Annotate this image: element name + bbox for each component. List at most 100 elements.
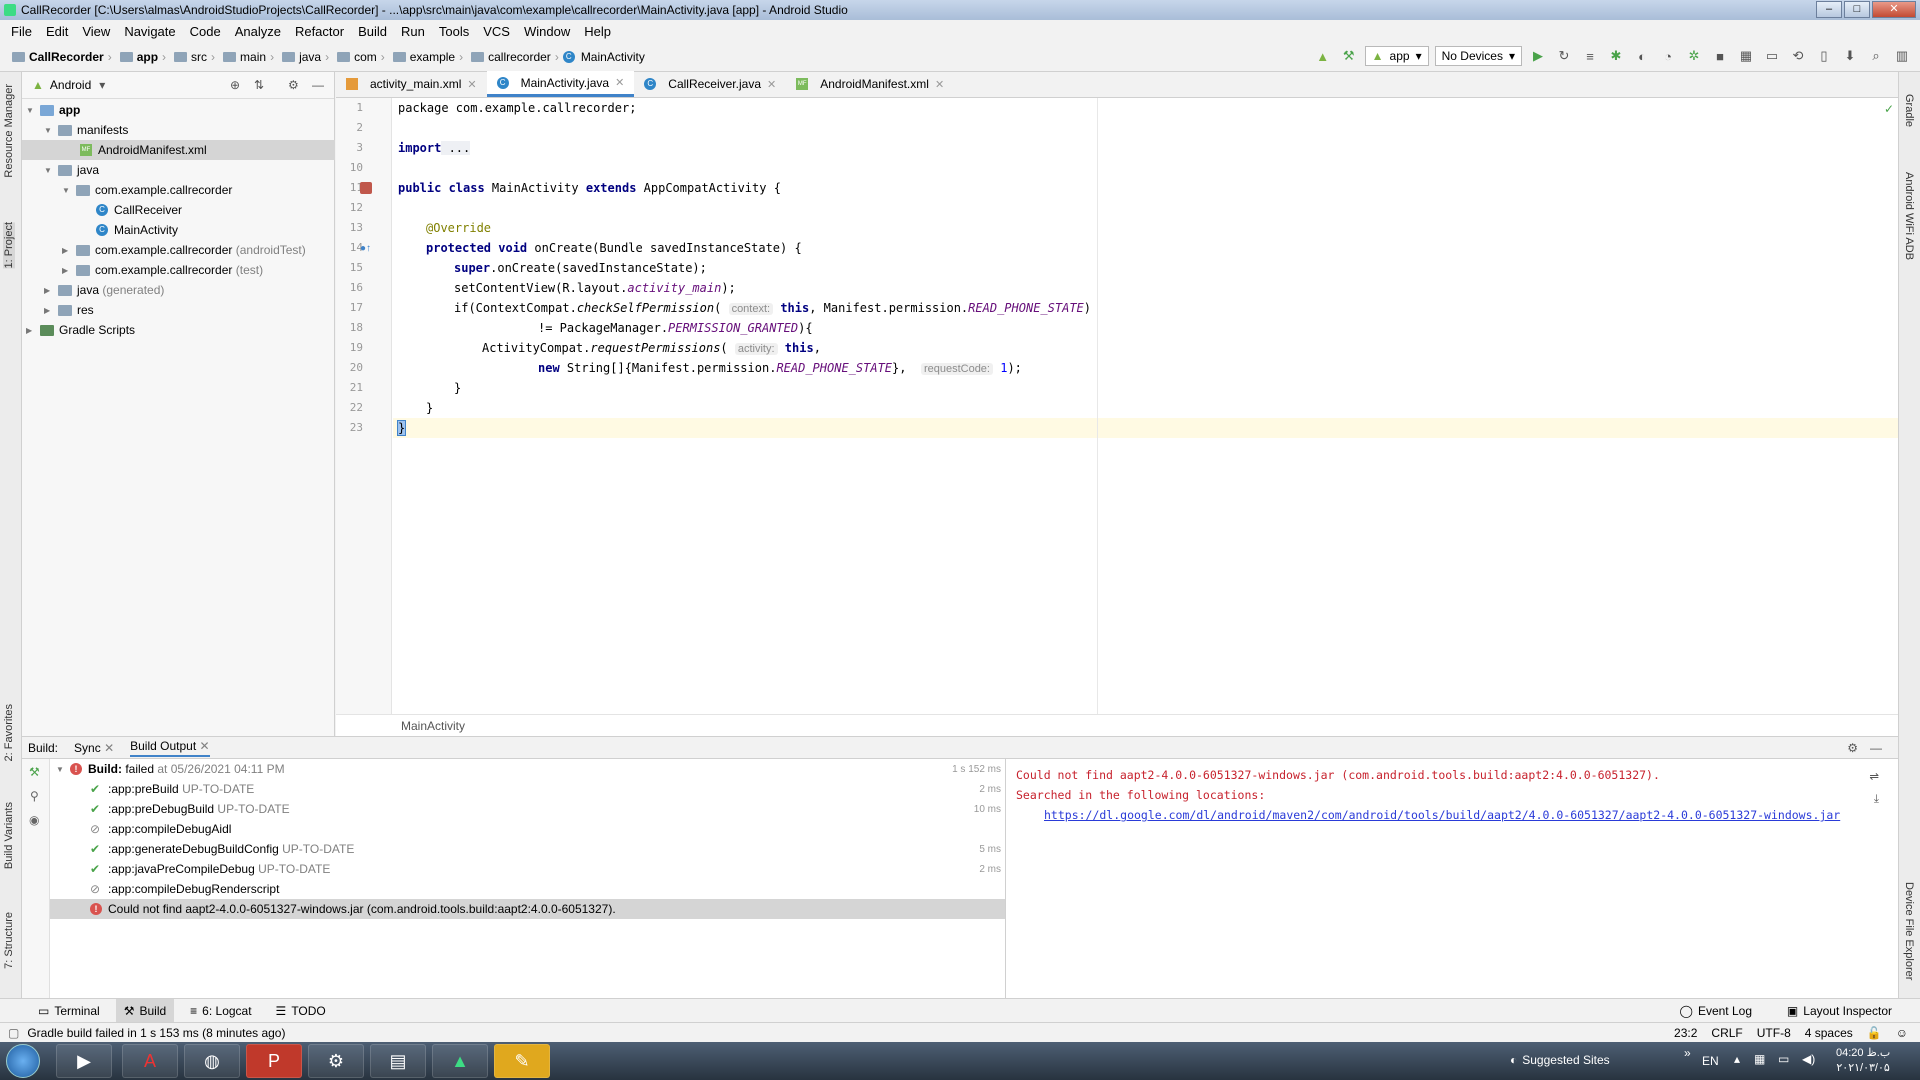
menu-window[interactable]: Window xyxy=(517,24,577,39)
suggested-sites[interactable]: ◐ Suggested Sites xyxy=(1510,1053,1610,1067)
menu-navigate[interactable]: Navigate xyxy=(117,24,182,39)
menu-run[interactable]: Run xyxy=(394,24,432,39)
hector-icon[interactable]: ☺ xyxy=(1896,1026,1908,1040)
collapse-all-icon[interactable]: ⇅ xyxy=(254,78,264,92)
build-log-link[interactable]: https://dl.google.com/dl/android/maven2/… xyxy=(1016,805,1875,825)
tree-item-gradle-scripts[interactable]: ▶ Gradle Scripts xyxy=(26,320,135,340)
menu-analyze[interactable]: Analyze xyxy=(228,24,288,39)
project-view-select[interactable]: Android xyxy=(50,78,91,92)
project-tab[interactable]: 1: Project xyxy=(3,222,15,269)
structure-tab[interactable]: 7: Structure xyxy=(3,912,15,969)
minimize-button[interactable]: – xyxy=(1816,1,1842,18)
tree-item-manifests[interactable]: ▼ manifests xyxy=(44,120,128,140)
wifi-adb-tab[interactable]: Android WiFi ADB xyxy=(1903,172,1915,260)
file-explorer-icon[interactable]: ▤ xyxy=(370,1044,426,1078)
build-task-row[interactable]: ✔:app:preBuild UP-TO-DATE 2 ms xyxy=(50,779,1005,799)
build-error-row[interactable]: ! Could not find aapt2-4.0.0-6051327-wind… xyxy=(50,899,1005,919)
close-icon[interactable]: ✕ xyxy=(615,76,624,89)
breadcrumb-item[interactable]: C MainActivity xyxy=(562,50,645,64)
menu-code[interactable]: Code xyxy=(183,24,228,39)
show-hidden-icons[interactable]: ▴ xyxy=(1734,1052,1740,1066)
gear-icon[interactable]: ⚙ xyxy=(1847,741,1858,755)
tab-activity-main-xml[interactable]: activity_main.xml ✕ xyxy=(336,71,487,97)
line-separator[interactable]: CRLF xyxy=(1711,1026,1742,1040)
device-manager-icon[interactable]: ▯ xyxy=(1814,46,1834,66)
menu-tools[interactable]: Tools xyxy=(432,24,476,39)
tree-item-callreceiver[interactable]: C CallReceiver xyxy=(96,200,182,220)
tab-build-output[interactable]: Build Output ✕ xyxy=(130,739,210,757)
close-icon[interactable]: ✕ xyxy=(467,78,476,91)
network-app-icon[interactable]: ⚙ xyxy=(308,1044,364,1078)
breadcrumb-item[interactable]: src › xyxy=(170,50,215,64)
start-button[interactable] xyxy=(6,1044,40,1078)
status-message[interactable]: Gradle build failed in 1 s 153 ms (8 min… xyxy=(27,1026,285,1040)
favorites-tab[interactable]: 2: Favorites xyxy=(3,704,15,761)
editor-breadcrumb-item[interactable]: MainActivity xyxy=(401,719,465,733)
tree-item-package-test[interactable]: ▶ com.example.callrecorder (test) xyxy=(62,260,263,280)
breadcrumb-item[interactable]: java › xyxy=(278,50,329,64)
breadcrumb-item[interactable]: callrecorder › xyxy=(467,50,559,64)
device-file-explorer-tab[interactable]: Device File Explorer xyxy=(1903,882,1915,980)
breadcrumb-item[interactable]: com › xyxy=(333,50,385,64)
file-encoding[interactable]: UTF-8 xyxy=(1757,1026,1791,1040)
device-select[interactable]: No Devices ▾ xyxy=(1434,46,1522,66)
android-studio-icon[interactable]: ▲ xyxy=(432,1044,488,1078)
paint-app-icon[interactable]: ✎ xyxy=(494,1044,550,1078)
breadcrumb-item[interactable]: main › xyxy=(219,50,274,64)
tab-terminal[interactable]: ▭ Terminal xyxy=(30,999,108,1023)
locate-icon[interactable]: ⊕ xyxy=(230,78,240,92)
debug-icon[interactable]: ✱ xyxy=(1606,46,1626,66)
layout-icon[interactable]: ▥ xyxy=(1892,46,1912,66)
attach-debugger-icon[interactable]: ✲ xyxy=(1684,46,1704,66)
build-root-row[interactable]: ▼! Build: failed at 05/26/2021 04:11 PM … xyxy=(50,759,1005,779)
build-task-row[interactable]: ⊘:app:compileDebugRenderscript xyxy=(50,879,1005,899)
powerpoint-icon[interactable]: P xyxy=(246,1044,302,1078)
chevron-down-icon[interactable]: ▾ xyxy=(99,78,105,92)
breadcrumb-item[interactable]: app › xyxy=(116,50,166,64)
project-structure-icon[interactable]: ▦ xyxy=(1736,46,1756,66)
close-icon[interactable]: ✕ xyxy=(935,78,944,91)
tab-todo[interactable]: ☰ TODO xyxy=(268,999,334,1023)
close-button[interactable]: ✕ xyxy=(1872,1,1916,18)
build-task-row[interactable]: ✔:app:generateDebugBuildConfig UP-TO-DAT… xyxy=(50,839,1005,859)
tab-callreceiver-java[interactable]: C CallReceiver.java ✕ xyxy=(634,71,786,97)
indent-setting[interactable]: 4 spaces xyxy=(1805,1026,1853,1040)
build-variants-tab[interactable]: Build Variants xyxy=(3,802,15,869)
language-indicator[interactable]: EN xyxy=(1702,1054,1719,1068)
coverage-icon[interactable]: ◐ xyxy=(1632,46,1652,66)
tree-item-java-generated[interactable]: ▶ java (generated) xyxy=(44,280,164,300)
breadcrumb-item[interactable]: CallRecorder › xyxy=(8,50,112,64)
network-icon[interactable]: ▦ xyxy=(1754,1052,1765,1066)
acrobat-icon[interactable]: A xyxy=(122,1044,178,1078)
hammer-icon[interactable]: ⚒ xyxy=(29,765,40,779)
menu-file[interactable]: File xyxy=(4,24,39,39)
run-icon[interactable]: ▶ xyxy=(1528,46,1548,66)
sync-gradle-icon[interactable]: ⟲ xyxy=(1788,46,1808,66)
menu-view[interactable]: View xyxy=(75,24,117,39)
maximize-button[interactable]: □ xyxy=(1844,1,1870,18)
tree-item-mainactivity[interactable]: C MainActivity xyxy=(96,220,178,240)
close-icon[interactable]: ✕ xyxy=(767,78,776,91)
expand-toolbar-icon[interactable]: » xyxy=(1684,1046,1691,1060)
sdk-manager-icon[interactable]: ⬇ xyxy=(1840,46,1860,66)
lock-icon[interactable]: 🔓 xyxy=(1867,1026,1882,1040)
tree-item-res[interactable]: ▶ res xyxy=(44,300,94,320)
tree-item-package-androidtest[interactable]: ▶ com.example.callrecorder (androidTest) xyxy=(62,240,306,260)
tab-androidmanifest-xml[interactable]: MF AndroidManifest.xml ✕ xyxy=(786,71,954,97)
menu-vcs[interactable]: VCS xyxy=(476,24,517,39)
chrome-icon[interactable]: ◍ xyxy=(184,1044,240,1078)
build-task-row[interactable]: ⊘:app:compileDebugAidl xyxy=(50,819,1005,839)
menu-refactor[interactable]: Refactor xyxy=(288,24,351,39)
profile-icon[interactable]: ◔ xyxy=(1658,46,1678,66)
avd-manager-icon[interactable]: ▭ xyxy=(1762,46,1782,66)
media-player-icon[interactable]: ▶ xyxy=(56,1044,112,1078)
monitor-icon[interactable]: ▭ xyxy=(1778,1052,1789,1066)
tree-item-package[interactable]: ▼ com.example.callrecorder xyxy=(62,180,232,200)
menu-help[interactable]: Help xyxy=(577,24,618,39)
run-config-select[interactable]: ▲ app ▾ xyxy=(1364,46,1429,66)
tab-layout-inspector[interactable]: ▣ Layout Inspector xyxy=(1779,999,1900,1023)
apply-changes-icon[interactable]: ≡ xyxy=(1580,46,1600,66)
android-icon[interactable]: ▲ xyxy=(1313,46,1333,66)
tree-item-androidmanifest[interactable]: MF AndroidManifest.xml xyxy=(22,140,335,160)
resource-manager-tab[interactable]: Resource Manager xyxy=(3,84,15,178)
